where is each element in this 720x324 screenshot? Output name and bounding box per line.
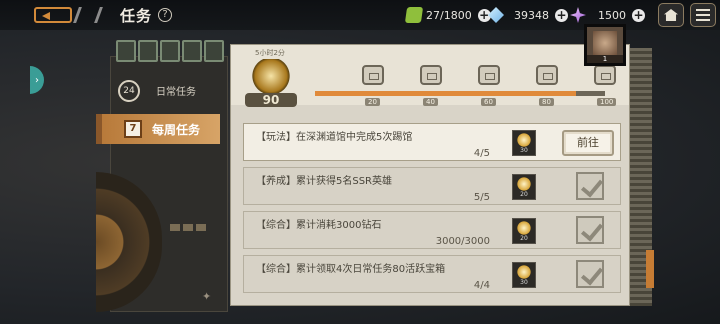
- milestone-chest-icon[interactable]: [478, 65, 500, 85]
- crystal-value: 39348: [514, 8, 549, 22]
- task-description: 【养成】累计获得5名SSR英雄: [256, 176, 393, 187]
- crystal-icon: [488, 7, 504, 23]
- milestone-chest-icon[interactable]: [362, 65, 384, 85]
- weekly-progress-header: 5小时2分 90 20 40 60 80 100: [231, 45, 629, 107]
- reset-timer: 5小时2分: [255, 49, 285, 57]
- tab-weekly-label: 每周任务: [152, 122, 201, 137]
- home-button[interactable]: [658, 3, 684, 27]
- milestone-label: 60: [481, 98, 496, 106]
- gem-counter: 1500 +: [570, 6, 645, 24]
- task-row: 【综合】累计领取4次日常任务80活跃宝箱 4/4 30: [243, 255, 621, 293]
- activity-star-icon: [516, 177, 532, 191]
- reward-badge: 20: [512, 218, 536, 244]
- reward-badge: 20: [512, 174, 536, 200]
- task-progress: 4/4: [473, 280, 490, 291]
- activity-points: 90: [245, 93, 297, 107]
- page-title: 任务: [120, 7, 153, 25]
- completed-check-icon: [576, 216, 604, 244]
- weekly-task-panel: 5小时2分 90 20 40 60 80 100 【玩法】在深渊道馆中完成5次踢馆 4/5…: [230, 44, 630, 306]
- go-button[interactable]: 前往: [562, 130, 614, 156]
- reward-amount: 20: [520, 191, 528, 198]
- tab-weekly-tasks[interactable]: 7 每周任务: [96, 114, 220, 144]
- emblem-row: [116, 40, 224, 62]
- back-arrow-icon: [34, 7, 72, 23]
- task-progress: 3000/3000: [435, 236, 490, 247]
- menu-icon: [696, 9, 710, 21]
- progress-track: [315, 91, 605, 96]
- emblem-icon: [138, 40, 158, 62]
- reward-preview-item[interactable]: 1: [584, 24, 626, 66]
- daily-badge-icon: 24: [118, 80, 140, 102]
- milestone-chest-icon[interactable]: [594, 65, 616, 85]
- activity-star-icon: [516, 221, 532, 235]
- bookmark-tab: [646, 250, 654, 288]
- milestone-chest-icon[interactable]: [536, 65, 558, 85]
- milestone-label: 80: [539, 98, 554, 106]
- gem-value: 1500: [598, 8, 626, 22]
- dial-indicator: [170, 224, 206, 231]
- stamina-icon: [404, 7, 424, 23]
- add-gem-button[interactable]: +: [632, 8, 645, 22]
- item-icon: [593, 31, 617, 55]
- tab-daily-tasks[interactable]: 日常任务: [156, 83, 196, 98]
- progress-fill: [315, 91, 576, 96]
- stamina-value: 27/1800: [426, 8, 472, 22]
- shortcut-icon: [73, 7, 103, 23]
- reward-badge: 30: [512, 130, 536, 156]
- activity-star-icon: [516, 265, 532, 279]
- completed-check-icon: [576, 172, 604, 200]
- reward-amount: 30: [520, 147, 528, 154]
- emblem-icon: [182, 40, 202, 62]
- emblem-icon: [204, 40, 224, 62]
- task-row: 【综合】累计消耗3000钻石 3000/3000 20: [243, 211, 621, 249]
- star-medal-icon: [251, 59, 291, 93]
- reward-badge: 30: [512, 262, 536, 288]
- task-row: 【养成】累计获得5名SSR英雄 5/5 20: [243, 167, 621, 205]
- compass-icon: ✦: [202, 290, 212, 303]
- activity-star-icon: [516, 133, 532, 147]
- reward-amount: 30: [520, 279, 528, 286]
- task-category-sidebar: 24 日常任务 7 每周任务: [96, 40, 228, 312]
- menu-button[interactable]: [690, 3, 716, 27]
- gem-icon: [570, 7, 586, 23]
- task-progress: 5/5: [473, 192, 490, 203]
- home-icon: [664, 9, 678, 21]
- add-crystal-button[interactable]: +: [555, 8, 568, 22]
- milestone-label: 40: [423, 98, 438, 106]
- milestone-chest-icon[interactable]: [420, 65, 442, 85]
- emblem-icon: [160, 40, 180, 62]
- calendar-icon: 7: [124, 120, 142, 138]
- milestone-label: 100: [597, 98, 617, 106]
- stamina-counter: 27/1800 +: [404, 6, 491, 24]
- task-description: 【综合】累计消耗3000钻石: [256, 220, 382, 231]
- activity-points-medal: 90: [245, 59, 297, 107]
- item-count: 1: [587, 55, 623, 63]
- back-button[interactable]: [34, 4, 106, 26]
- milestone-label: 20: [365, 98, 380, 106]
- task-description: 【玩法】在深渊道馆中完成5次踢馆: [256, 132, 413, 143]
- crystal-counter: 39348 +: [488, 6, 568, 24]
- help-icon[interactable]: ?: [158, 8, 172, 22]
- task-row: 【玩法】在深渊道馆中完成5次踢馆 4/5 30 前往: [243, 123, 621, 161]
- reward-amount: 20: [520, 235, 528, 242]
- task-progress: 4/5: [473, 148, 490, 159]
- completed-check-icon: [576, 260, 604, 288]
- task-description: 【综合】累计领取4次日常任务80活跃宝箱: [256, 264, 446, 275]
- emblem-icon: [116, 40, 136, 62]
